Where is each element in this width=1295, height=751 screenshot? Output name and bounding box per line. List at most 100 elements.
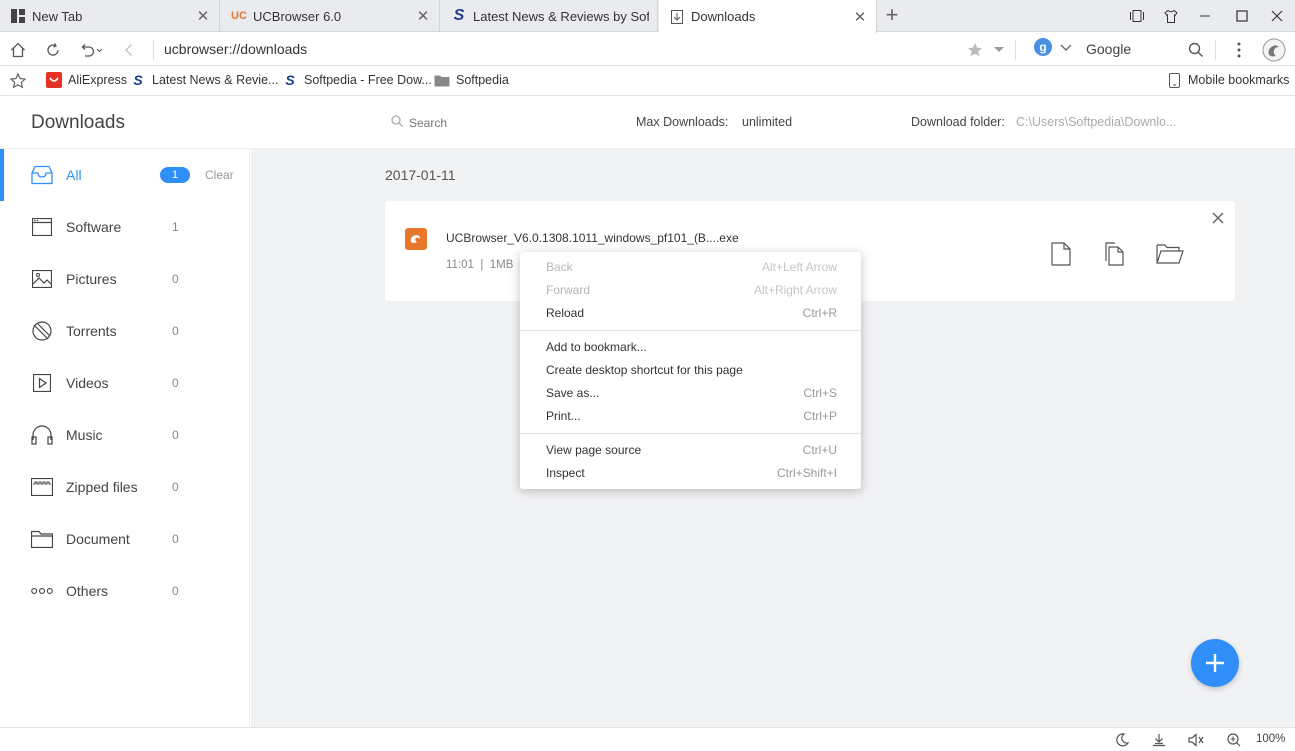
sidebar-item-document[interactable]: Document 0 [0, 513, 250, 565]
menu-item-print[interactable]: Print... Ctrl+P [520, 405, 861, 428]
download-time: 11:01 [446, 259, 474, 271]
uc-file-icon [405, 228, 427, 250]
bookmark-aliexpress[interactable]: AliExpress [46, 72, 127, 88]
sidebar-item-pictures[interactable]: Pictures 0 [0, 253, 250, 305]
back-icon[interactable] [116, 37, 142, 63]
bookmark-latest-news[interactable]: S Latest News & Revie... [130, 72, 278, 88]
item-count: 0 [172, 584, 179, 598]
undo-close-icon[interactable] [76, 37, 106, 63]
new-tab-button[interactable]: + [880, 4, 904, 28]
home-icon[interactable] [5, 37, 31, 63]
plus-icon [1206, 654, 1224, 672]
search-input[interactable] [409, 115, 569, 130]
tab-ucbrowser[interactable]: UC UCBrowser 6.0 ✕ [221, 0, 440, 32]
sidebar-toggle-icon[interactable] [1120, 0, 1154, 32]
volume-icon[interactable] [1187, 731, 1207, 749]
picture-icon [31, 268, 53, 290]
item-count: 0 [172, 480, 179, 494]
search-input[interactable]: Google [1086, 41, 1131, 57]
zoom-level[interactable]: 100% [1256, 733, 1285, 745]
clear-button[interactable]: Clear [205, 168, 234, 182]
skin-icon[interactable] [1154, 0, 1188, 32]
grid-icon [10, 8, 26, 24]
menu-item-add-bookmark[interactable]: Add to bookmark... [520, 336, 861, 359]
item-count: 0 [172, 272, 179, 286]
menu-item-forward[interactable]: Forward Alt+Right Arrow [520, 279, 861, 302]
menu-item-reload[interactable]: Reload Ctrl+R [520, 302, 861, 325]
menu-dots-icon[interactable] [1226, 37, 1252, 63]
window-close-icon[interactable] [1260, 0, 1294, 32]
date-group-label: 2017-01-11 [385, 167, 456, 183]
sidebar-item-others[interactable]: Others 0 [0, 565, 250, 617]
sidebar-item-videos[interactable]: Videos 0 [0, 357, 250, 409]
menu-item-desktop-shortcut[interactable]: Create desktop shortcut for this page [520, 359, 861, 382]
menu-item-inspect[interactable]: Inspect Ctrl+Shift+I [520, 462, 861, 485]
tab-softpedia[interactable]: S Latest News & Reviews by Softpedia [441, 0, 658, 32]
page-title: Downloads [31, 112, 125, 133]
close-icon[interactable]: ✕ [852, 8, 868, 26]
sidebar-item-all[interactable]: All 1 Clear [0, 149, 250, 201]
sidebar-item-label: Document [66, 531, 130, 547]
sidebar-item-software[interactable]: Software 1 [0, 201, 250, 253]
close-icon[interactable]: ✕ [415, 7, 431, 25]
maximize-icon[interactable] [1225, 0, 1259, 32]
copy-link-icon[interactable] [1103, 241, 1127, 267]
downloads-search[interactable] [391, 115, 569, 130]
menu-item-label: Add to bookmark... [546, 340, 647, 354]
sidebar-item-zipped[interactable]: Zipped files 0 [0, 461, 250, 513]
menu-item-view-source[interactable]: View page source Ctrl+U [520, 439, 861, 462]
download-size: 1MB [489, 259, 514, 271]
address-input[interactable]: ucbrowser://downloads [164, 41, 307, 57]
menu-item-back[interactable]: Back Alt+Left Arrow [520, 256, 861, 279]
menu-item-label: Create desktop shortcut for this page [546, 363, 743, 377]
bookmarks-bar: AliExpress S Latest News & Revie... S So… [0, 66, 1295, 96]
menu-item-label: Forward [546, 283, 591, 297]
download-icon [669, 9, 685, 25]
menu-item-shortcut: Ctrl+Shift+I [776, 466, 837, 480]
menu-item-label: View page source [546, 443, 642, 457]
sidebar-item-label: Zipped files [66, 479, 138, 495]
meta-divider: | [477, 259, 490, 271]
sidebar-item-music[interactable]: Music 0 [0, 409, 250, 461]
chevron-down-icon[interactable] [986, 37, 1012, 63]
max-downloads-label: Max Downloads: [636, 115, 729, 129]
inbox-icon [31, 164, 53, 186]
max-downloads-value[interactable]: unlimited [742, 115, 792, 129]
bookmark-softpedia-free[interactable]: S Softpedia - Free Dow... [282, 72, 432, 88]
add-download-button[interactable] [1191, 639, 1239, 687]
mobile-bookmarks[interactable]: Mobile bookmarks [1166, 72, 1289, 88]
uc-icon: UC [231, 10, 247, 22]
folder-icon [434, 72, 450, 88]
avatar[interactable] [1261, 37, 1287, 63]
zoom-in-icon[interactable] [1224, 731, 1244, 749]
item-count: 0 [172, 324, 179, 338]
remove-download-icon[interactable] [1209, 209, 1227, 227]
softpedia-icon: S [285, 72, 295, 88]
star-icon[interactable] [962, 37, 988, 63]
search-icon [391, 115, 403, 130]
download-meta: 11:01 | 1MB [446, 259, 513, 271]
bookmark-label: Latest News & Revie... [152, 73, 279, 87]
headphones-icon [31, 424, 53, 446]
night-mode-icon[interactable] [1112, 731, 1132, 749]
refresh-icon[interactable] [40, 37, 66, 63]
search-icon[interactable] [1183, 37, 1209, 63]
tab-downloads[interactable]: Downloads ✕ [659, 0, 877, 33]
minimize-icon[interactable] [1188, 0, 1222, 32]
search-engine-selector[interactable]: g [1034, 38, 1072, 56]
open-folder-icon[interactable] [1155, 241, 1185, 267]
download-folder-value[interactable]: C:\Users\Softpedia\Downlo... [1016, 115, 1177, 129]
tab-new-tab[interactable]: New Tab ✕ [0, 0, 220, 32]
bookmark-label: Softpedia - Free Dow... [304, 73, 432, 87]
bookmark-star-icon[interactable] [5, 68, 31, 94]
sidebar-item-torrents[interactable]: Torrents 0 [0, 305, 250, 357]
menu-item-save-as[interactable]: Save as... Ctrl+S [520, 382, 861, 405]
menu-item-label: Print... [546, 409, 581, 423]
open-file-icon[interactable] [1049, 241, 1073, 267]
menu-item-shortcut: Ctrl+P [803, 409, 837, 423]
bookmark-softpedia-folder[interactable]: Softpedia [434, 72, 509, 88]
close-icon[interactable]: ✕ [195, 7, 211, 25]
download-manager-icon[interactable] [1149, 731, 1169, 749]
sidebar-item-label: All [66, 167, 82, 183]
count-badge: 1 [160, 167, 190, 183]
